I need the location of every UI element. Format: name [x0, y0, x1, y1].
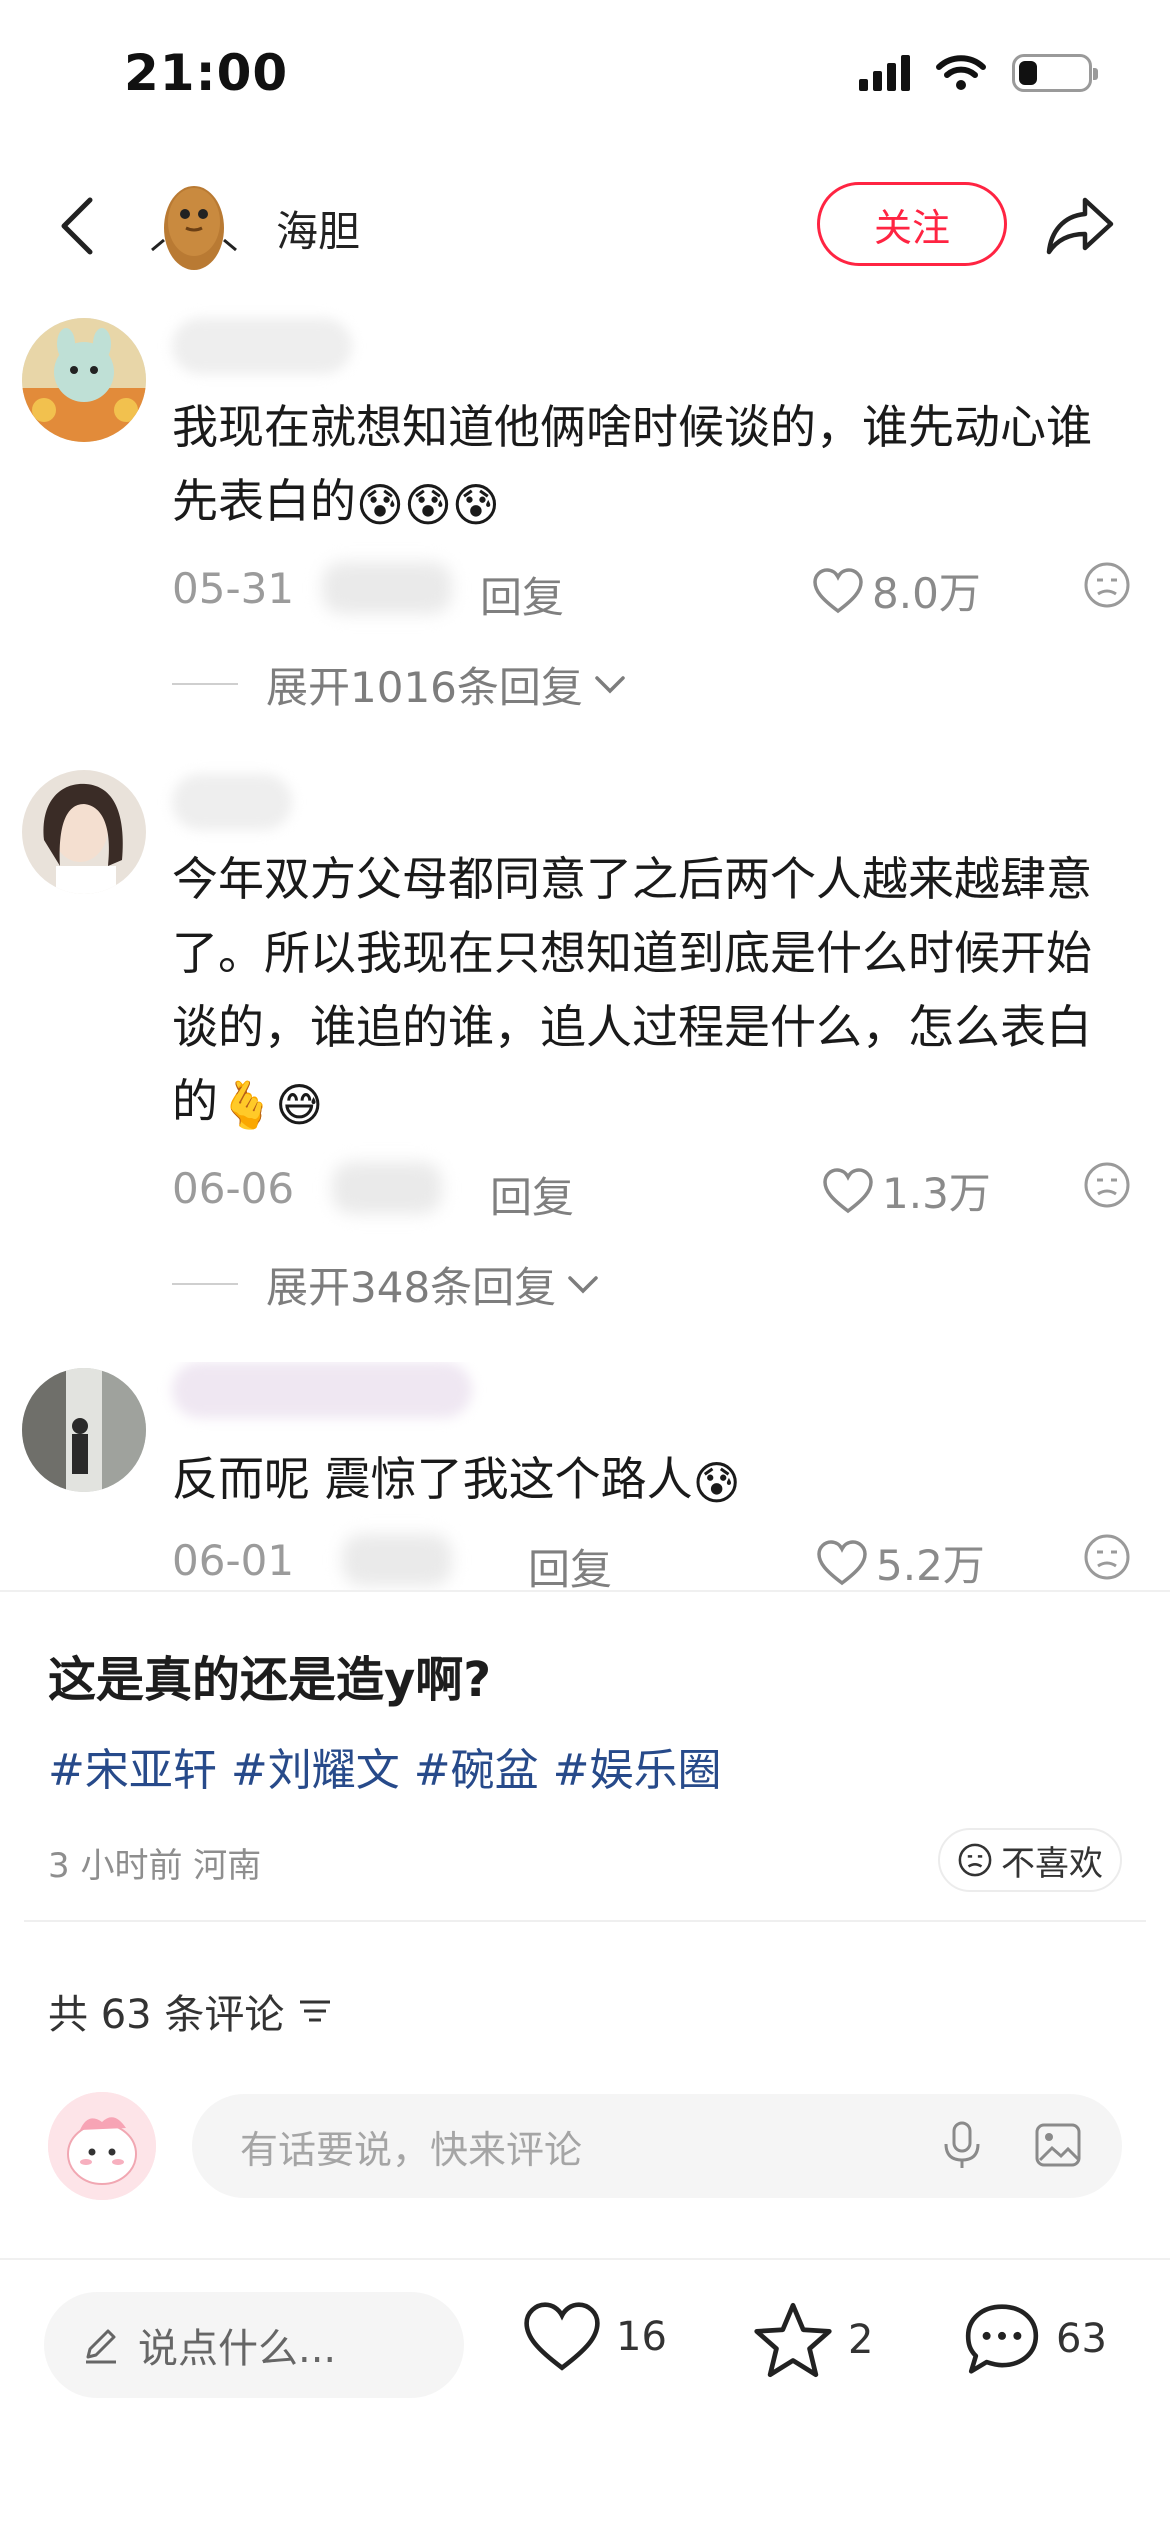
location-blurred [332, 1162, 442, 1214]
collect-button[interactable]: 2 [752, 2300, 873, 2380]
heart-icon [524, 2302, 600, 2371]
heart-icon [813, 567, 863, 613]
image-icon[interactable] [1034, 2122, 1082, 2168]
commenter-name-blurred [172, 318, 352, 374]
tag-link[interactable]: #娱乐圈 [553, 1734, 722, 1798]
comment-text: 今年双方父母都同意了之后两个人越来越肆意了。所以我现在只想知道到底是什么时候开始… [172, 842, 1122, 1142]
share-icon[interactable] [1045, 194, 1117, 258]
comment-like-button[interactable]: 8.0万 [812, 560, 981, 621]
divider [24, 1920, 1146, 1922]
comment-item: 反而呢 震惊了我这个路人😰 06-01 回复 5.2万 [0, 1362, 1170, 1590]
crying-emoji: 😰 [692, 1455, 741, 1510]
like-count: 5.2万 [876, 1541, 985, 1590]
collect-count: 2 [848, 2317, 874, 2363]
like-count: 1.3万 [882, 1169, 991, 1218]
tag-link[interactable]: #宋亚轩 [48, 1734, 217, 1798]
comment-like-button[interactable]: 5.2万 [816, 1532, 985, 1590]
status-icons [859, 54, 1098, 92]
author-name[interactable]: 海胆 [276, 198, 360, 259]
dislike-face-icon[interactable] [1082, 1532, 1132, 1582]
sort-icon [300, 2000, 331, 2022]
expand-replies-button[interactable]: 展开1016条回复 [172, 656, 627, 712]
comment-count: 63 [1056, 2316, 1107, 2362]
say-placeholder: 说点什么... [138, 2326, 337, 2372]
dislike-label: 不喜欢 [1001, 1843, 1103, 1884]
chevron-down-icon [595, 676, 625, 694]
bottom-action-bar: 说点什么... 16 2 63 [0, 2258, 1170, 2532]
reply-button[interactable]: 回复 [490, 1164, 574, 1225]
comment-item: 今年双方父母都同意了之后两个人越来越肆意了。所以我现在只想知道到底是什么时候开始… [0, 770, 1170, 1312]
comment-text: 我现在就想知道他俩啥时候谈的，谁先动心谁先表白的😰😰😰 [172, 390, 1122, 542]
comment-meta: 06-06 回复 1.3万 [172, 1158, 1132, 1222]
microphone-icon[interactable] [940, 2120, 984, 2170]
comment-meta: 06-01 回复 5.2万 [172, 1530, 1132, 1590]
tag-link[interactable]: #刘耀文 [231, 1734, 400, 1798]
comment-date: 05-31 [172, 564, 295, 613]
comment-like-button[interactable]: 1.3万 [822, 1160, 991, 1221]
location-blurred [342, 1534, 452, 1586]
commenter-avatar[interactable] [22, 318, 146, 442]
tag-list: #宋亚轩 #刘耀文 #碗盆 #娱乐圈 [48, 1734, 722, 1798]
like-button[interactable]: 16 [522, 2300, 667, 2374]
comment-date: 06-01 [172, 1536, 295, 1585]
comment-count-label: 共 63 条评论 [48, 1992, 285, 2038]
commenter-avatar[interactable] [22, 1368, 146, 1492]
signal-icon [859, 55, 910, 91]
note-meta: 3 小时前 河南 [48, 1846, 262, 1886]
like-count: 8.0万 [872, 569, 981, 618]
dislike-face-icon[interactable] [1082, 1160, 1132, 1210]
note-header: 海胆 关注 [0, 160, 1170, 290]
tag-link[interactable]: #碗盆 [414, 1734, 539, 1798]
comment-button[interactable]: 63 [962, 2300, 1107, 2378]
reply-button[interactable]: 回复 [528, 1536, 612, 1590]
comment-count-sort[interactable]: 共 63 条评论 [48, 1982, 332, 2040]
reply-button[interactable]: 回复 [480, 564, 564, 625]
commenter-name-blurred [172, 774, 292, 830]
note-title: 这是真的还是造y啊? [48, 1652, 492, 1708]
follow-button[interactable]: 关注 [817, 182, 1007, 266]
say-something-input[interactable]: 说点什么... [44, 2292, 464, 2398]
wifi-icon [936, 55, 986, 90]
comment-input-placeholder: 有话要说，快来评论 [240, 2127, 583, 2172]
author-avatar[interactable] [138, 170, 250, 282]
pencil-icon [86, 2329, 116, 2364]
heart-icon [823, 1167, 873, 1213]
commenter-name-blurred [172, 1362, 472, 1418]
comment-item: 我现在就想知道他俩啥时候谈的，谁先动心谁先表白的😰😰😰 05-31 回复 8.0… [0, 318, 1170, 718]
comment-meta: 05-31 回复 8.0万 [172, 558, 1132, 622]
like-count: 16 [616, 2314, 667, 2360]
chevron-down-icon [568, 1276, 598, 1294]
divider [0, 1590, 1170, 1592]
crying-emoji: 😰😰😰 [356, 477, 500, 532]
commenter-avatar[interactable] [22, 770, 146, 894]
comment-date: 06-06 [172, 1164, 295, 1213]
heart-icon [817, 1539, 867, 1585]
comment-text: 反而呢 震惊了我这个路人😰 [172, 1442, 1122, 1520]
dislike-button[interactable]: 不喜欢 [938, 1828, 1122, 1892]
comment-input-row: 有话要说，快来评论 [0, 2090, 1170, 2200]
back-arrow-icon[interactable] [50, 194, 110, 258]
status-time: 21:00 [124, 44, 289, 102]
user-avatar[interactable] [48, 2092, 156, 2200]
location-blurred [322, 562, 452, 614]
expand-replies-button[interactable]: 展开348条回复 [172, 1256, 600, 1312]
star-icon [754, 2302, 832, 2378]
dislike-face-icon[interactable] [1082, 560, 1132, 610]
dislike-face-icon [958, 1843, 992, 1877]
chat-bubble-icon [965, 2304, 1039, 2374]
status-bar: 21:00 [0, 0, 1170, 150]
battery-icon [1012, 54, 1098, 92]
heart-hands-emoji: 🫰😅 [218, 1077, 324, 1132]
